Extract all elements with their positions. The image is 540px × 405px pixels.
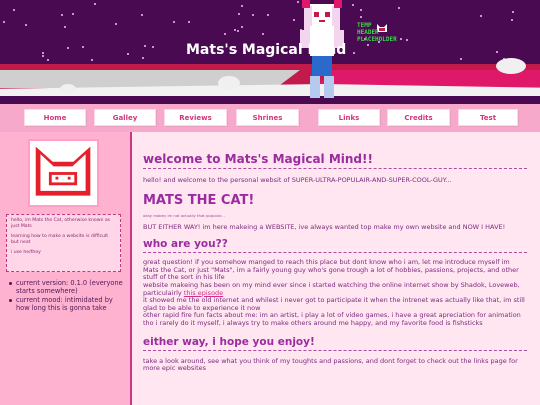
- bio-intro: hello, im Mats the Cat, otherwise known …: [11, 218, 111, 229]
- star-dot: [460, 58, 462, 60]
- who-text-loveweb: website makeing has been on my mind ever…: [143, 281, 527, 297]
- who-text-fun-facts: other rapid fire fun facts about me: im …: [143, 311, 521, 327]
- star-dot: [353, 52, 355, 54]
- star-dot: [91, 59, 93, 61]
- site-title: Mats's Magical Mind: [186, 42, 347, 58]
- name-heading: MATS THE CAT!: [143, 192, 255, 208]
- star-dot: [72, 13, 74, 15]
- nav-reviews[interactable]: Reviews: [164, 109, 227, 126]
- star-dot: [141, 14, 143, 16]
- star-dot: [64, 26, 66, 28]
- star-dot: [241, 5, 243, 7]
- star-dot: [61, 14, 63, 16]
- welcome-heading: welcome to Mats's Magical Mind!!: [143, 152, 527, 169]
- star-dot: [142, 57, 144, 59]
- star-dot: [252, 14, 254, 16]
- star-dot: [367, 44, 369, 46]
- star-dot: [241, 26, 243, 28]
- cloud-blob: [218, 76, 240, 90]
- badge-line: PLACEHOLDER: [357, 36, 397, 43]
- star-dot: [237, 30, 239, 32]
- tiny-note: okay mabey im not actually that populair…: [143, 212, 225, 218]
- nav-shrines[interactable]: Shrines: [236, 109, 299, 126]
- who-text-old-internet: it showed me the old internet and whiles…: [143, 296, 525, 312]
- star-dot: [352, 4, 354, 6]
- main-content: welcome to Mats's Magical Mind!! hello! …: [130, 132, 540, 405]
- star-dot: [480, 15, 482, 17]
- nav-galley[interactable]: Galley: [94, 109, 156, 126]
- cat-avatar-icon: [35, 146, 91, 196]
- enjoy-heading: either way, i hope you enjoy!: [143, 336, 527, 351]
- star-dot: [152, 46, 154, 48]
- either-way-text: BUT EITHER WAY! im here makeing a WEBSIT…: [143, 222, 506, 231]
- star-dot: [234, 29, 236, 31]
- star-dot: [267, 14, 269, 16]
- star-dot: [224, 33, 226, 35]
- status-version: current version: 0.1.0 (everyone starts …: [8, 279, 126, 295]
- nav-links[interactable]: Links: [318, 109, 380, 126]
- who-text-intro: great question! if you somehow manged to…: [143, 258, 519, 282]
- enjoy-text: take a look around, see what you think o…: [143, 356, 518, 373]
- star-dot: [293, 19, 295, 21]
- badge-line: TEMP: [357, 22, 372, 29]
- star-dot: [262, 33, 264, 35]
- star-dot: [360, 9, 362, 11]
- star-dot: [47, 59, 49, 61]
- bio-learning: learning how to make a website is diffic…: [11, 234, 109, 245]
- star-dot: [25, 24, 27, 26]
- bio-pronouns: i use he/they: [11, 250, 41, 255]
- star-dot: [3, 21, 5, 23]
- header-banner: TEMP HEADER PLACEHOLDER Mats's Magical M…: [0, 0, 540, 104]
- star-dot: [496, 51, 498, 53]
- header-placeholder-badge: TEMP HEADER PLACEHOLDER: [357, 22, 411, 43]
- nav-test[interactable]: Test: [458, 109, 518, 126]
- star-dot: [512, 11, 514, 13]
- star-dot: [511, 19, 513, 21]
- star-dot: [360, 16, 362, 18]
- star-dot: [144, 45, 146, 47]
- status-list: current version: 0.1.0 (everyone starts …: [8, 279, 126, 313]
- badge-line: HEADER: [357, 29, 379, 36]
- bio-box: hello, im Mats the Cat, otherwise known …: [6, 214, 121, 272]
- star-dot: [42, 52, 44, 54]
- star-dot: [173, 21, 175, 23]
- nav-credits[interactable]: Credits: [387, 109, 450, 126]
- star-dot: [398, 7, 400, 9]
- star-dot: [115, 23, 117, 25]
- star-dot: [94, 3, 96, 5]
- nav-home[interactable]: Home: [24, 109, 86, 126]
- cloud-blob: [60, 84, 76, 94]
- star-dot: [188, 21, 190, 23]
- who-heading: who are you??: [143, 238, 527, 254]
- star-dot: [127, 53, 129, 55]
- avatar: [28, 139, 99, 207]
- welcome-text: hello! and welcome to the personal websi…: [143, 176, 452, 184]
- cloud-blob: [496, 58, 526, 74]
- status-mood: current mood: intimidated by how long th…: [8, 296, 126, 312]
- star-dot: [67, 47, 69, 49]
- star-dot: [13, 9, 15, 11]
- star-dot: [42, 55, 44, 57]
- star-dot: [238, 13, 240, 15]
- star-dot: [82, 46, 84, 48]
